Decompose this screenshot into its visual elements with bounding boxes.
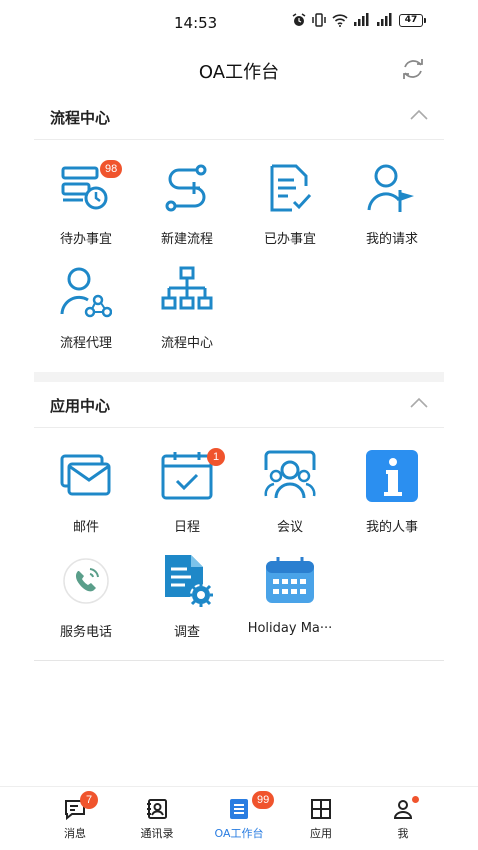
tab-messages[interactable]: 7 消息 [34,787,116,850]
app-item-mail[interactable]: 邮件 [34,450,138,550]
signal-icon-1 [354,13,369,26]
app-item-schedule[interactable]: 1 日程 [135,448,239,550]
workbench-badge: 99 [252,791,275,809]
org-chart-icon [161,266,213,310]
todo-badge: 98 [100,160,123,178]
messages-badge: 7 [80,791,98,809]
bottom-tab-bar: 7 消息 通讯录 99 OA工作台 应用 我 [0,786,478,850]
mail-icon [60,454,111,496]
process-center-header[interactable]: 流程中心 [34,94,444,140]
tab-label: 通讯录 [140,827,174,840]
calendar-check-icon [161,452,213,500]
chevron-up-icon[interactable] [410,397,428,409]
item-label: 流程中心 [160,336,213,351]
item-label: 服务电话 [59,625,112,640]
alarm-icon [292,13,306,26]
workbench-icon [230,799,248,819]
process-item-new[interactable]: 新建流程 [135,162,239,262]
item-label: 会议 [276,520,303,535]
done-doc-icon [270,164,312,212]
item-label: Holiday Ma··· [247,621,333,636]
item-label: 日程 [173,520,200,535]
title-bar: OA工作台 [0,48,478,92]
tab-apps[interactable]: 应用 [280,787,362,850]
clock: 14:53 [174,14,218,32]
schedule-badge: 1 [207,448,225,466]
user-flag-icon [367,164,414,212]
tab-label: 消息 [64,827,86,840]
holiday-calendar-icon [266,557,314,603]
contacts-icon [147,799,167,819]
content-end-divider [34,660,444,661]
notification-dot [412,796,419,803]
survey-doc-gear-icon [165,555,213,607]
tab-label: 我 [397,827,409,840]
signal-icon-2 [377,13,392,26]
app-item-survey[interactable]: 调查 [135,555,239,655]
system-icons: 47 [292,13,426,27]
proxy-icon [60,267,112,318]
hr-info-icon [366,450,418,502]
item-label: 待办事宜 [59,232,112,247]
vibrate-icon [312,13,326,27]
item-label: 已办事宜 [263,232,316,247]
grid-icon [311,799,331,819]
tab-label: OA工作台 [214,827,264,840]
app-item-my-hr[interactable]: 我的人事 [340,450,444,550]
status-bar: 14:53 47 [0,0,478,48]
process-item-todo[interactable]: 98 待办事宜 [34,160,138,262]
tab-oa-workbench[interactable]: 99 OA工作台 [198,787,280,850]
item-label: 我的人事 [365,520,418,535]
meeting-icon [264,450,316,499]
process-item-center[interactable]: 流程中心 [135,266,239,366]
app-item-meeting[interactable]: 会议 [238,450,342,550]
section-title: 流程中心 [50,109,111,127]
chevron-up-icon[interactable] [410,109,428,121]
wifi-icon [332,14,348,27]
process-item-proxy[interactable]: 流程代理 [34,266,138,366]
app-item-holiday[interactable]: Holiday Ma··· [238,555,342,655]
item-label: 新建流程 [160,232,213,247]
app-center-header[interactable]: 应用中心 [34,382,444,428]
tab-label: 应用 [310,827,332,840]
item-label: 流程代理 [59,336,112,351]
item-label: 我的请求 [365,232,418,247]
section-title: 应用中心 [50,397,111,415]
new-process-icon [165,164,207,212]
item-label: 邮件 [72,520,99,535]
process-item-done[interactable]: 已办事宜 [238,162,342,262]
phone-icon [63,558,109,604]
battery-icon: 47 [399,13,426,27]
process-item-my-request[interactable]: 我的请求 [340,162,444,262]
app-item-service-phone[interactable]: 服务电话 [34,555,138,655]
section-divider [34,372,444,382]
refresh-icon[interactable] [400,56,426,82]
item-label: 调查 [173,625,200,640]
tab-contacts[interactable]: 通讯录 [116,787,198,850]
tab-me[interactable]: 我 [362,787,444,850]
